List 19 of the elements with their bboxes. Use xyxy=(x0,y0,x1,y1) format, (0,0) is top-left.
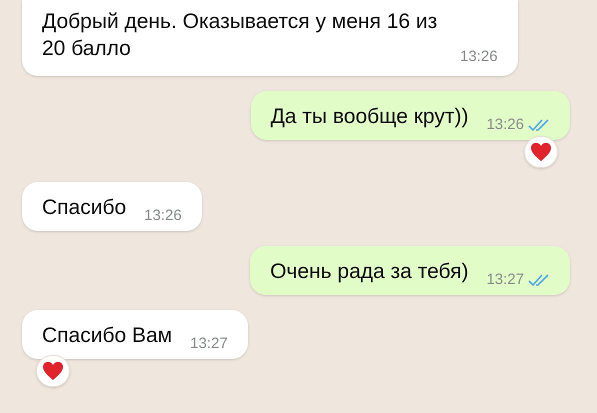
heart-icon xyxy=(530,142,552,162)
incoming-message-bubble[interactable]: Спасибо Вам 13:27 xyxy=(22,310,248,359)
incoming-message-bubble[interactable]: Спасибо 13:26 xyxy=(22,182,202,231)
heart-reaction[interactable] xyxy=(524,136,558,168)
message-text: Спасибо Вам xyxy=(42,323,172,349)
message-time: 13:27 xyxy=(486,271,524,289)
message-time: 13:26 xyxy=(460,48,498,66)
heart-icon xyxy=(42,361,64,381)
message-time: 13:26 xyxy=(144,207,182,225)
outgoing-message-bubble[interactable]: Очень рада за тебя) 13:27 xyxy=(250,246,570,295)
message-time: 13:26 xyxy=(486,116,524,134)
outgoing-message-bubble[interactable]: Да ты вообще крут)) 13:26 xyxy=(250,91,570,140)
heart-reaction[interactable] xyxy=(36,355,70,387)
message-text: Спасибо xyxy=(42,195,126,221)
incoming-message-bubble[interactable]: Добрый день. Оказывается у меня 16 из 20 балло 13:26 xyxy=(22,0,518,76)
message-text: Да ты вообще крут)) xyxy=(270,104,468,130)
message-text: Очень рада за тебя) xyxy=(270,259,468,285)
message-text: Добрый день. Оказывается у меня 16 из 20 балло xyxy=(42,9,438,62)
message-time: 13:27 xyxy=(190,335,228,353)
